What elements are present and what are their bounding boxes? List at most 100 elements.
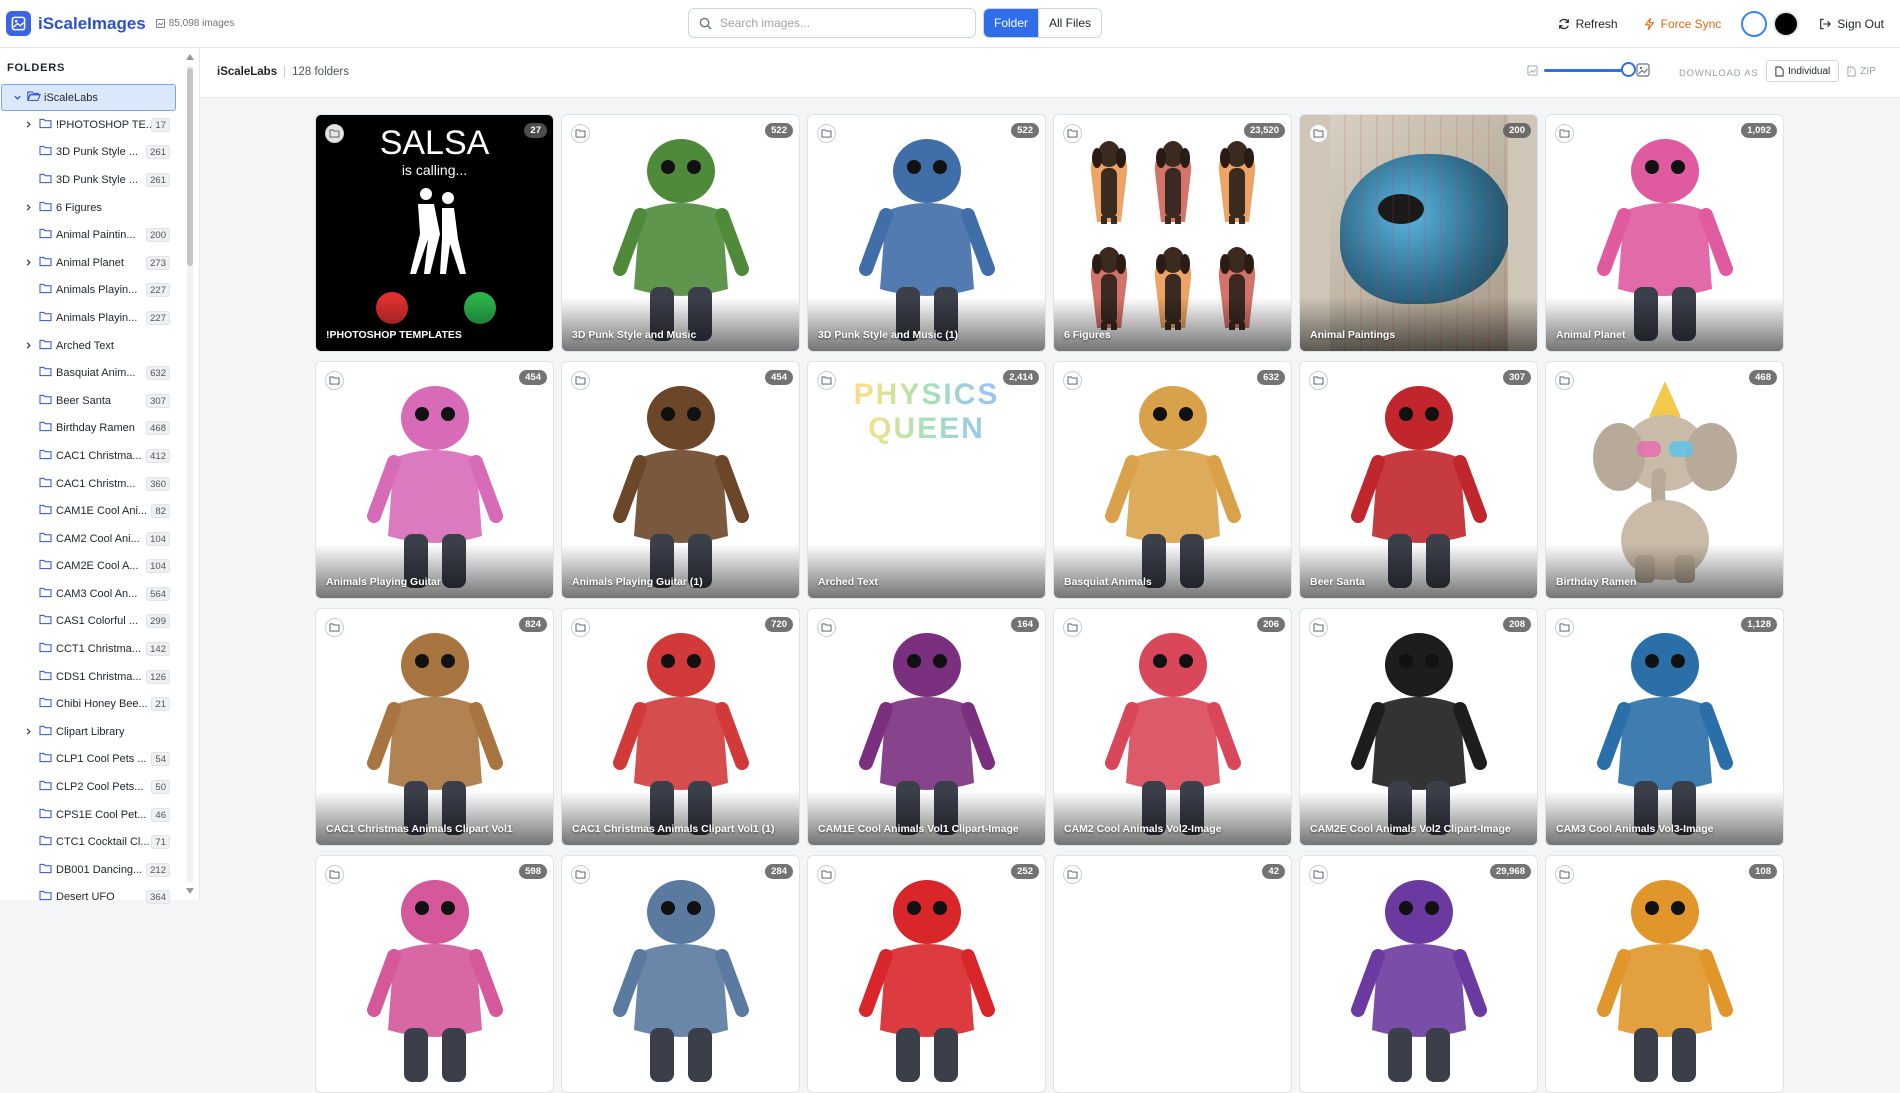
folder-icon[interactable] [571, 371, 590, 390]
force-sync-button[interactable]: Force Sync [1644, 17, 1721, 31]
folder-card[interactable]: 454 Animals Playing Guitar (1) [561, 361, 800, 599]
folder-icon[interactable] [325, 124, 344, 143]
folder-card[interactable]: 252 [807, 855, 1046, 1093]
zoom-slider[interactable] [1544, 62, 1636, 77]
folder-icon[interactable] [1063, 618, 1082, 637]
folder-card[interactable]: 206 CAM2 Cool Animals Vol2-Image [1053, 608, 1292, 846]
sidebar-folder-item[interactable]: Animals Playin... 227 [0, 304, 178, 332]
chevron-right-icon[interactable] [22, 257, 34, 269]
sidebar-folder-item[interactable]: Basquiat Anim... 632 [0, 359, 178, 387]
sidebar-folder-item[interactable]: CAC1 Christm... 360 [0, 470, 178, 498]
sidebar-folder-item[interactable]: CAM1E Cool Ani... 82 [0, 497, 178, 525]
folder-icon[interactable] [571, 124, 590, 143]
folder-card[interactable]: 200 Animal Paintings [1299, 114, 1538, 352]
sidebar-folder-item[interactable]: DB001 Dancing... 212 [0, 856, 178, 884]
folder-card[interactable]: 307 Beer Santa [1299, 361, 1538, 599]
sidebar-folder-item[interactable]: Animal Paintin... 200 [0, 221, 178, 249]
folder-card[interactable]: 164 CAM1E Cool Animals Vol1 Clipart-Image [807, 608, 1046, 846]
folder-card[interactable]: 208 CAM2E Cool Animals Vol2 Clipart-Image [1299, 608, 1538, 846]
sidebar-folder-item[interactable]: 3D Punk Style ... 261 [0, 166, 178, 194]
sidebar-folder-item[interactable]: Beer Santa 307 [0, 387, 178, 415]
dark-theme-swatch[interactable] [1773, 11, 1800, 37]
sidebar-folder-item[interactable]: CAC1 Christma... 412 [0, 442, 178, 470]
folder-icon[interactable] [325, 371, 344, 390]
folder-card[interactable]: 1,092 Animal Planet [1545, 114, 1784, 352]
sidebar-folder-item[interactable]: Animal Planet 273 [0, 249, 178, 277]
sidebar-folder-item[interactable]: Arched Text [0, 332, 178, 360]
zip-download-button[interactable]: ZIP [1839, 60, 1884, 82]
sidebar-folder-item[interactable]: Animals Playin... 227 [0, 277, 178, 305]
sign-out-button[interactable]: Sign Out [1819, 17, 1884, 31]
sidebar-folder-item[interactable]: CAM2E Cool A... 104 [0, 553, 178, 581]
folder-icon[interactable] [325, 865, 344, 884]
search-input[interactable] [720, 16, 960, 30]
scrollbar-thumb[interactable] [187, 68, 193, 266]
folder-icon[interactable] [1555, 124, 1574, 143]
brand[interactable]: iScaleImages [6, 11, 146, 36]
sidebar-folder-item[interactable]: CDS1 Christma... 126 [0, 663, 178, 691]
sidebar-folder-item[interactable]: 6 Figures [0, 194, 178, 222]
folder-card[interactable]: SALSA is calling... 27 !PHOTOSHOP TEMPLATES [315, 114, 554, 352]
folder-card[interactable]: 632 Basquiat Animals [1053, 361, 1292, 599]
folder-icon[interactable] [571, 865, 590, 884]
sidebar-folder-item[interactable]: CTC1 Cocktail Cl... 71 [0, 828, 178, 856]
folder-card[interactable]: 522 3D Punk Style and Music (1) [807, 114, 1046, 352]
all-files-button[interactable]: All Files [1038, 9, 1102, 37]
folder-card[interactable]: 23,520 6 Figures [1053, 114, 1292, 352]
folder-card[interactable]: 720 CAC1 Christmas Animals Clipart Vol1 (… [561, 608, 800, 846]
search-box[interactable] [688, 8, 976, 38]
chevron-right-icon[interactable] [22, 119, 34, 131]
chevron-right-icon[interactable] [22, 340, 34, 352]
folder-icon[interactable] [817, 371, 836, 390]
folder-icon[interactable] [1555, 618, 1574, 637]
sidebar-folder-item[interactable]: CAS1 Colorful ... 299 [0, 608, 178, 636]
tree-item-root[interactable]: iScaleLabs [1, 84, 176, 111]
sidebar-folder-item[interactable]: CAM2 Cool Ani... 104 [0, 525, 178, 553]
folder-icon[interactable] [325, 618, 344, 637]
folder-icon[interactable] [1555, 865, 1574, 884]
folder-card[interactable]: 522 3D Punk Style and Music [561, 114, 800, 352]
sidebar-folder-item[interactable]: CAM3 Cool An... 564 [0, 580, 178, 608]
sidebar-scrollbar[interactable] [185, 54, 195, 894]
scroll-down-arrow-icon[interactable] [186, 888, 194, 894]
folder-icon[interactable] [1555, 371, 1574, 390]
folder-icon[interactable] [1063, 865, 1082, 884]
folder-icon[interactable] [817, 124, 836, 143]
folder-icon[interactable] [571, 618, 590, 637]
sidebar-folder-item[interactable]: Chibi Honey Bee... 21 [0, 690, 178, 718]
sidebar-folder-item[interactable]: CLP1 Cool Pets ... 54 [0, 746, 178, 774]
folder-card[interactable]: 29,968 [1299, 855, 1538, 1093]
zoom-slider-knob[interactable] [1621, 62, 1636, 77]
folder-card[interactable]: PHYSICS QUEEN 2,414 Arched Text [807, 361, 1046, 599]
folder-card[interactable]: 454 Animals Playing Guitar [315, 361, 554, 599]
sidebar-folder-item[interactable]: CLP2 Cool Pets... 50 [0, 773, 178, 801]
folder-icon[interactable] [1309, 618, 1328, 637]
chevron-right-icon[interactable] [22, 726, 34, 738]
sidebar-folder-item[interactable]: CCT1 Christma... 142 [0, 635, 178, 663]
refresh-button[interactable]: Refresh [1558, 17, 1618, 31]
folder-card[interactable]: 824 CAC1 Christmas Animals Clipart Vol1 [315, 608, 554, 846]
folder-card[interactable]: 598 [315, 855, 554, 1093]
folder-icon[interactable] [1309, 865, 1328, 884]
scroll-up-arrow-icon[interactable] [186, 54, 194, 60]
folder-icon[interactable] [1309, 124, 1328, 143]
breadcrumb-root[interactable]: iScaleLabs [217, 66, 277, 78]
folder-view-button[interactable]: Folder [984, 9, 1039, 37]
sidebar-folder-item[interactable]: 3D Punk Style ... 261 [0, 139, 178, 167]
folder-icon[interactable] [1063, 124, 1082, 143]
folder-card[interactable]: 42 [1053, 855, 1292, 1093]
folder-icon[interactable] [817, 618, 836, 637]
folder-card[interactable]: 468 Birthday Ramen [1545, 361, 1784, 599]
light-theme-swatch[interactable] [1741, 11, 1768, 37]
chevron-right-icon[interactable] [22, 202, 34, 214]
sidebar-folder-item[interactable]: !PHOTOSHOP TE... 17 [0, 111, 178, 139]
sidebar-folder-item[interactable]: CPS1E Cool Pet... 46 [0, 801, 178, 829]
sidebar-folder-item[interactable]: Birthday Ramen 468 [0, 415, 178, 443]
folder-card[interactable]: 108 [1545, 855, 1784, 1093]
folder-icon[interactable] [1063, 371, 1082, 390]
sidebar-folder-item[interactable]: Desert UFO 364 [0, 884, 178, 912]
folder-icon[interactable] [1309, 371, 1328, 390]
folder-icon[interactable] [817, 865, 836, 884]
sidebar-folder-item[interactable]: Clipart Library [0, 718, 178, 746]
folder-card[interactable]: 284 [561, 855, 800, 1093]
